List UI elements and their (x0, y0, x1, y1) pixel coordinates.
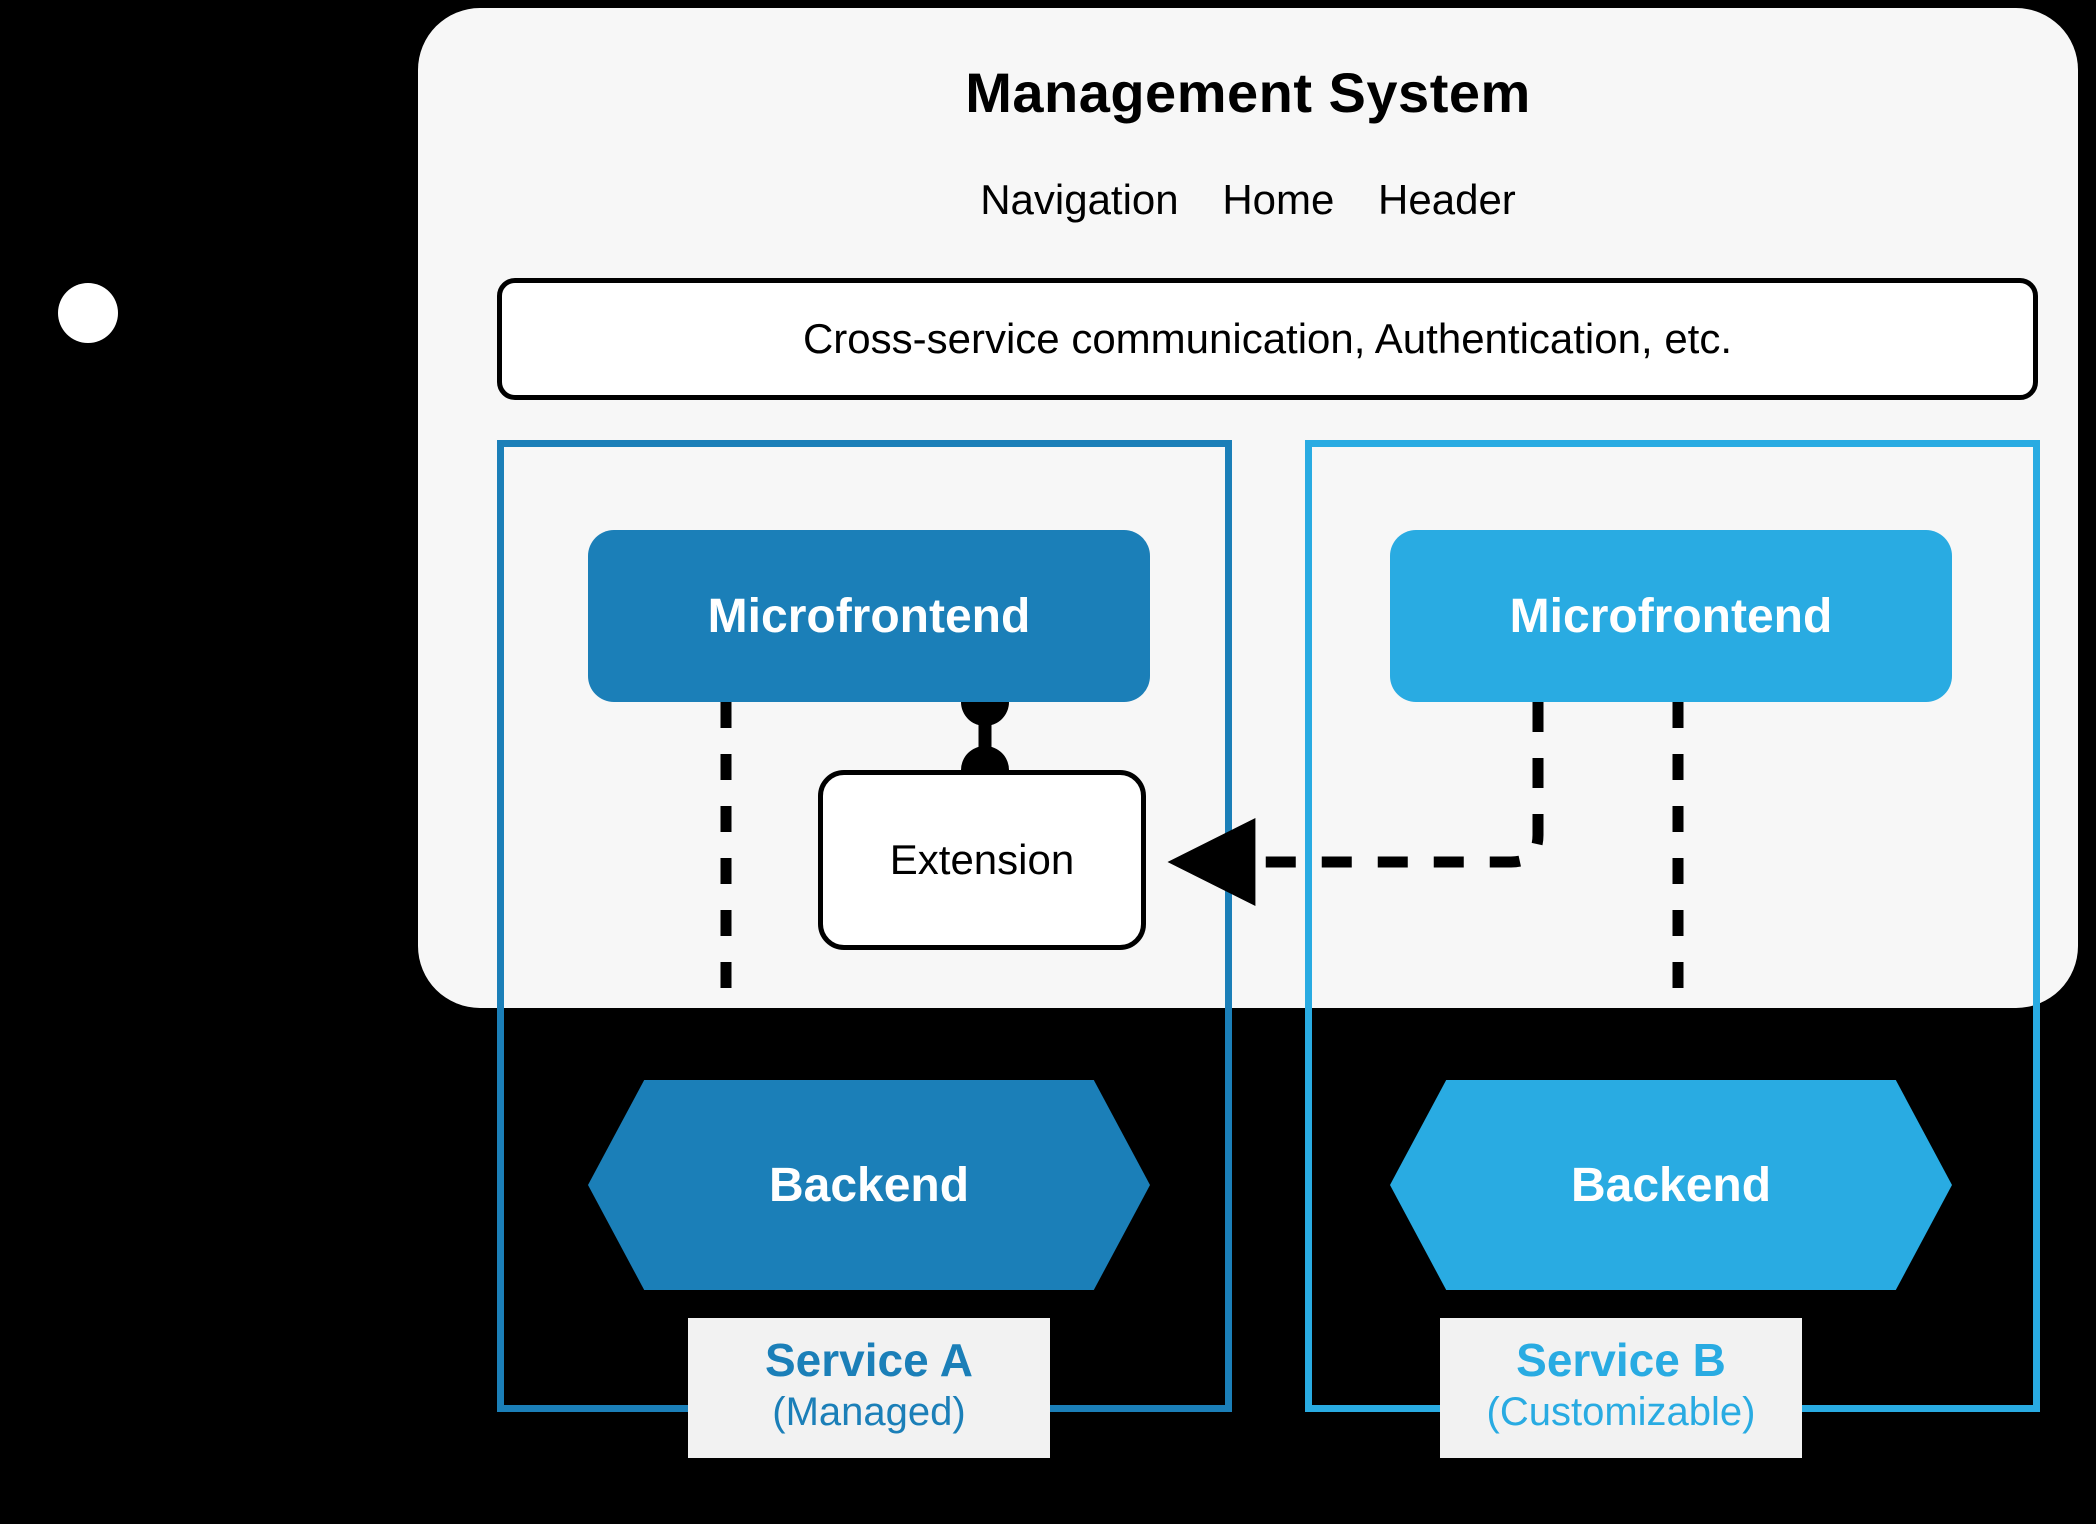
management-system-subtitle: Navigation Home Header (418, 176, 2078, 224)
service-b-label: Service B (Customizable) (1440, 1318, 1802, 1459)
management-system-title: Management System (965, 61, 1531, 124)
service-a-kind: (Managed) (772, 1390, 966, 1435)
service-b-kind: (Customizable) (1486, 1390, 1756, 1435)
service-a-label: Service A (Managed) (688, 1318, 1050, 1459)
subtitle-item-navigation: Navigation (980, 176, 1179, 223)
subtitle-item-home: Home (1222, 176, 1335, 223)
diagram-canvas: Management System Navigation Home Header… (0, 0, 2096, 1524)
extension-box[interactable]: Extension (818, 770, 1146, 950)
microfrontend-service-b[interactable]: Microfrontend (1390, 530, 1952, 702)
backend-service-b[interactable]: Backend (1390, 1080, 1952, 1290)
service-b-name: Service B (1516, 1334, 1726, 1386)
service-a-name: Service A (765, 1334, 973, 1386)
microfrontend-service-a[interactable]: Microfrontend (588, 530, 1150, 702)
backend-service-a[interactable]: Backend (588, 1080, 1150, 1290)
user-actor-icon (58, 283, 118, 343)
cross-service-band: Cross-service communication, Authenticat… (497, 278, 2038, 400)
subtitle-item-header: Header (1378, 176, 1516, 223)
